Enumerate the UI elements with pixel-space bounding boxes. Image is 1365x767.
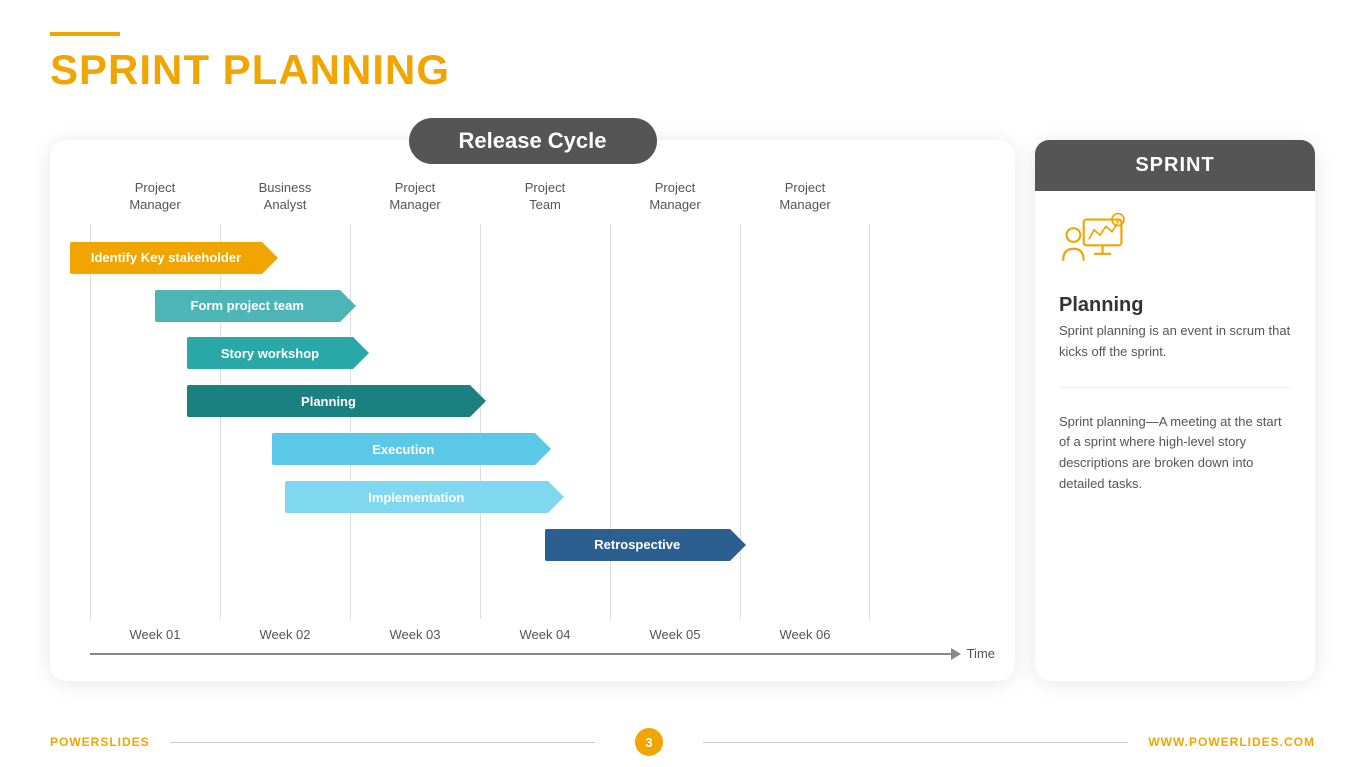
- bar-row-5: Implementation: [70, 479, 995, 515]
- col-header-4: ProjectManager: [610, 180, 740, 214]
- bar-row-1: Form project team: [70, 288, 995, 324]
- footer-line-left: [170, 742, 595, 743]
- chart-card: Release Cycle ProjectManager BusinessAna…: [50, 140, 1015, 681]
- footer: POWERSLIDES 3 WWW.POWERLIDES.COM: [0, 717, 1365, 767]
- time-axis: Time: [90, 646, 995, 661]
- sprint-divider: [1059, 387, 1291, 388]
- bar-row-0: Identify Key stakeholder: [70, 240, 995, 276]
- main-content: Release Cycle ProjectManager BusinessAna…: [0, 104, 1365, 691]
- title-planning: PLANNING: [210, 46, 450, 93]
- col-header-5: ProjectManager: [740, 180, 870, 214]
- col-header-1: BusinessAnalyst: [220, 180, 350, 214]
- footer-line-right: [703, 742, 1128, 743]
- week-03: Week 03: [350, 627, 480, 642]
- sprint-planning-title: Planning: [1059, 294, 1291, 317]
- week-06: Week 06: [740, 627, 870, 642]
- sprint-card: SPRINT $: [1035, 140, 1315, 681]
- sprint-planning-text1: Sprint planning is an event in scrum tha…: [1059, 321, 1291, 363]
- week-01: Week 01: [90, 627, 220, 642]
- header-line: [50, 32, 120, 36]
- title-sprint: SPRINT: [50, 46, 210, 93]
- bar-row-4: Execution: [70, 431, 995, 467]
- bar-row-3: Planning: [70, 383, 995, 419]
- footer-website: WWW.POWERLIDES.COM: [1148, 735, 1315, 749]
- col-header-3: ProjectTeam: [480, 180, 610, 214]
- release-badge: Release Cycle: [409, 118, 657, 164]
- week-05: Week 05: [610, 627, 740, 642]
- bar-retrospective: Retrospective: [545, 529, 731, 561]
- time-label: Time: [967, 646, 995, 661]
- col-headers: ProjectManager BusinessAnalyst ProjectMa…: [90, 180, 995, 214]
- bar-planning: Planning: [187, 385, 470, 417]
- sprint-icon: $: [1059, 211, 1291, 278]
- sprint-badge: SPRINT: [1035, 140, 1315, 191]
- header: SPRINT PLANNING: [0, 0, 1365, 104]
- bar-identify: Identify Key stakeholder: [70, 242, 262, 274]
- week-04: Week 04: [480, 627, 610, 642]
- bars-area: Identify Key stakeholder Form project te…: [70, 224, 995, 579]
- bar-row-2: Story workshop: [70, 335, 995, 371]
- week-labels: Week 01 Week 02 Week 03 Week 04 Week 05 …: [90, 627, 995, 642]
- footer-brand: POWERSLIDES: [50, 735, 150, 749]
- col-header-2: ProjectManager: [350, 180, 480, 214]
- bar-row-6: Retrospective: [70, 527, 995, 563]
- bar-implementation: Implementation: [285, 481, 549, 513]
- svg-text:$: $: [1115, 218, 1119, 225]
- sprint-planning-text2: Sprint planning—A meeting at the start o…: [1059, 412, 1291, 495]
- bar-form-team: Form project team: [155, 290, 341, 322]
- week-02: Week 02: [220, 627, 350, 642]
- brand-power: POWER: [50, 735, 100, 749]
- bar-story-workshop: Story workshop: [187, 337, 353, 369]
- brand-slides: SLIDES: [100, 735, 149, 749]
- footer-page-number: 3: [635, 728, 663, 756]
- page-title: SPRINT PLANNING: [50, 46, 1315, 94]
- col-header-0: ProjectManager: [90, 180, 220, 214]
- bar-execution: Execution: [272, 433, 536, 465]
